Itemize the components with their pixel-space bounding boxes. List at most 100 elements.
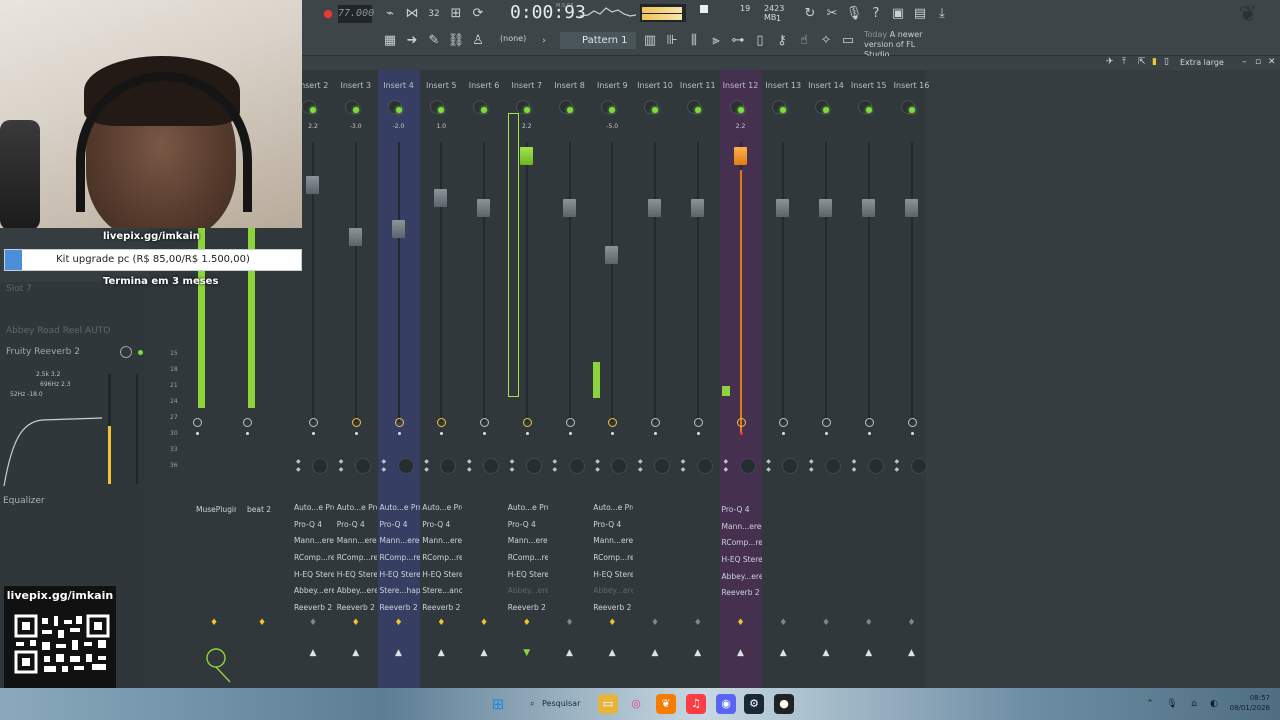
fx-slot[interactable]: H-EQ Stereo [420,567,462,584]
fx-slot[interactable]: RComp...reo [292,550,334,567]
track-name[interactable]: Insert 3 [335,81,377,90]
fx-slot[interactable]: Auto...e Pro [292,500,334,517]
fx-slot[interactable]: H-EQ Stereo [335,567,377,584]
send-level-knob[interactable]: ♦ [352,618,360,628]
fader-track[interactable] [440,142,443,422]
mixer-track[interactable]: Insert 14 ◆ ◆ ♦ ▲ [805,70,847,688]
route-to-arrow-icon[interactable]: ▲ [864,648,874,658]
mixer-track[interactable]: Insert 10 ◆ ◆ ♦ ▲ [634,70,676,688]
track-enable-led[interactable] [908,107,915,113]
route-to-arrow-icon[interactable]: ▲ [650,648,660,658]
close-icon[interactable]: ✕ [1268,57,1276,67]
send-level-knob[interactable]: ♦ [822,618,830,628]
stereo-separation-knob[interactable] [736,418,746,427]
mixer-track[interactable]: Insert 8 ◆ ◆ ♦ ▲ [549,70,591,688]
track-route-dot[interactable] [611,432,615,435]
dock-icon[interactable]: ⤒ [1122,57,1126,67]
track-route-dot[interactable] [525,432,529,435]
track-enable-led[interactable] [352,107,359,113]
layout-icon[interactable]: ⇱ [1138,57,1146,67]
mixer-track[interactable]: Insert 13 ◆ ◆ ♦ ▲ [762,70,804,688]
send-level-knob[interactable]: ♦ [395,618,403,628]
track-route-dot[interactable] [910,432,914,435]
route-to-arrow-icon[interactable]: ▲ [736,648,746,658]
loop-record-icon[interactable]: ⟳ [468,5,488,23]
mixer-track[interactable]: Insert 15 ◆ ◆ ♦ ▲ [848,70,890,688]
fx-slot[interactable]: H-EQ Stereo [591,567,633,584]
metronome-icon[interactable]: ⌁ [380,5,400,23]
track-name[interactable]: Insert 9 [591,81,633,90]
fx-slot[interactable]: Mann...ereo [720,519,762,536]
track-enable-led[interactable] [438,107,445,113]
fx-slot[interactable]: Stere...ancer [420,583,462,600]
track-route-dot[interactable] [483,432,486,435]
tray-volume-icon[interactable]: ◐ [1204,694,1224,714]
send-level-knob[interactable]: ♦ [309,618,317,628]
fx-slot[interactable]: Auto...e Pro [591,500,633,517]
stereo-separation-knob[interactable] [907,418,917,427]
fx-slot[interactable]: beat 2 [245,502,287,519]
track-route-dot[interactable] [440,432,444,435]
music-app-icon[interactable]: ♫ [686,694,706,714]
track-route-dot[interactable] [825,432,828,435]
stereo-separation-knob[interactable] [864,418,874,427]
undo-icon[interactable]: ↻ [800,5,820,23]
route-to-arrow-icon[interactable]: ▲ [565,648,575,658]
input-output-controls[interactable]: ◆ ◆ [724,458,758,476]
wand-icon[interactable]: ✧ [816,32,836,50]
input-output-controls[interactable]: ◆ ◆ [296,458,330,476]
volume-fader[interactable] [648,199,661,218]
fx-slot[interactable]: H-EQ Stereo [506,567,548,584]
input-output-controls[interactable]: ◆ ◆ [510,458,544,476]
fl-studio-taskbar-icon[interactable]: ❦ [656,694,676,714]
track-enable-led[interactable] [780,107,787,113]
fx-slot[interactable]: Pro-Q 4 [378,517,420,534]
fader-track[interactable] [611,142,614,422]
volume-fader[interactable] [306,175,319,194]
input-output-controls[interactable]: ◆ ◆ [595,458,629,476]
output-knob[interactable] [397,458,414,474]
track-route-dot[interactable] [739,432,743,435]
wait-input-icon[interactable]: ⋈ [402,5,422,23]
pattern-selector[interactable]: Pattern 1 [560,32,636,49]
arrow-right-icon[interactable]: ➜ [402,32,422,50]
fx-slot[interactable]: Abbey...ereo [335,583,377,600]
send-level-knob[interactable]: ♦ [523,618,531,628]
swap-icon[interactable]: ◆ ◆ [895,458,900,474]
swap-icon[interactable]: ◆ ◆ [852,458,857,474]
track-enable-led[interactable] [865,107,872,113]
swap-icon[interactable]: ◆ ◆ [467,458,472,474]
input-output-controls[interactable]: ◆ ◆ [638,458,672,476]
track-enable-led[interactable] [566,107,573,113]
plugin-icon[interactable]: ⚷ [772,32,792,50]
playlist-icon[interactable]: ▦ [380,32,400,50]
swap-icon[interactable]: ◆ ◆ [424,458,429,474]
fx-slot[interactable]: Auto...e Pro [335,500,377,517]
send-level-knob[interactable]: ♦ [865,618,873,628]
file-explorer-icon[interactable]: ▭ [598,694,618,714]
send-level-knob[interactable]: ♦ [608,618,616,628]
stereo-separation-knob[interactable] [193,418,202,427]
volume-fader[interactable] [605,246,619,264]
fx-slot[interactable]: RComp...reo [378,550,420,567]
obs-icon[interactable]: ● [774,694,794,714]
track-route-dot[interactable] [246,432,249,435]
slot-7[interactable]: Slot 7 [6,284,32,294]
fx-slot[interactable]: Pro-Q 4 [335,517,377,534]
input-output-controls[interactable]: ◆ ◆ [553,458,587,476]
eq-preview[interactable]: 2.5k 3.2 696Hz 2.3 52Hz -18.0 [2,370,104,488]
input-output-controls[interactable]: ◆ ◆ [339,458,373,476]
track-route-dot[interactable] [696,432,700,435]
send-level-knob[interactable]: ♦ [566,618,574,628]
fx-slot[interactable]: Pro-Q 4 [506,517,548,534]
track-enable-led[interactable] [481,107,487,113]
fx-slot[interactable]: Mann...ereo [506,533,548,550]
stereo-separation-knob[interactable] [522,418,532,427]
send-level-knob[interactable]: ♦ [908,618,916,628]
volume-fader[interactable] [562,199,576,218]
input-output-controls[interactable]: ◆ ◆ [809,458,843,476]
output-knob[interactable] [568,458,585,474]
fader-track[interactable] [397,142,400,422]
output-knob[interactable] [525,458,542,474]
send-level-knob[interactable]: ♦ [694,618,702,628]
